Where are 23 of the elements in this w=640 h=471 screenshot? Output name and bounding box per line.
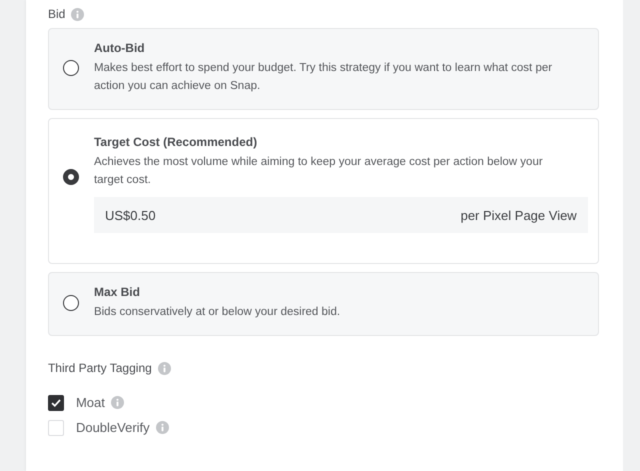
option-card[interactable]: Auto-Bid Makes best effort to spend your budget. Try this strategy if you want to learn what cost per action you can achieve on Snap. bbox=[48, 28, 599, 110]
option-card[interactable]: Target Cost (Recommended) Achieves the most volume while aiming to keep your average cost per action below your target cost. US$0.50 per Pixel Page View bbox=[48, 118, 599, 264]
option-title: Max Bid bbox=[94, 285, 141, 299]
unit-label: per Pixel Page View bbox=[460, 208, 577, 222]
checkbox[interactable] bbox=[48, 394, 64, 410]
amount-field[interactable]: US$0.50 per Pixel Page View bbox=[94, 197, 588, 233]
info-icon[interactable] bbox=[156, 421, 169, 434]
radio-button[interactable] bbox=[62, 60, 79, 76]
option-description: Achieves the most volume while aiming to keep your average cost per action below your target cost. bbox=[94, 155, 544, 188]
option-card[interactable]: Max Bid Bids conservatively at or below your desired bid. bbox=[48, 272, 599, 336]
radio-button[interactable] bbox=[62, 169, 79, 185]
option-title: Target Cost (Recommended) bbox=[94, 135, 258, 149]
checkbox-label: DoubleVerify bbox=[76, 420, 150, 435]
option-title: Auto-Bid bbox=[94, 41, 146, 55]
section-label: Third Party Tagging bbox=[48, 361, 152, 375]
info-icon[interactable] bbox=[71, 8, 84, 20]
section-label: Bid bbox=[48, 7, 66, 21]
info-icon[interactable] bbox=[110, 396, 124, 409]
info-icon[interactable] bbox=[158, 362, 171, 374]
radio-button[interactable] bbox=[62, 295, 79, 311]
option-description: Bids conservatively at or below your desired bid. bbox=[94, 305, 342, 320]
checkbox-label: Moat bbox=[76, 395, 105, 410]
option-description: Makes best effort to spend your budget. Try this strategy if you want to learn what cost per action you can achieve on Snap. bbox=[94, 61, 554, 94]
